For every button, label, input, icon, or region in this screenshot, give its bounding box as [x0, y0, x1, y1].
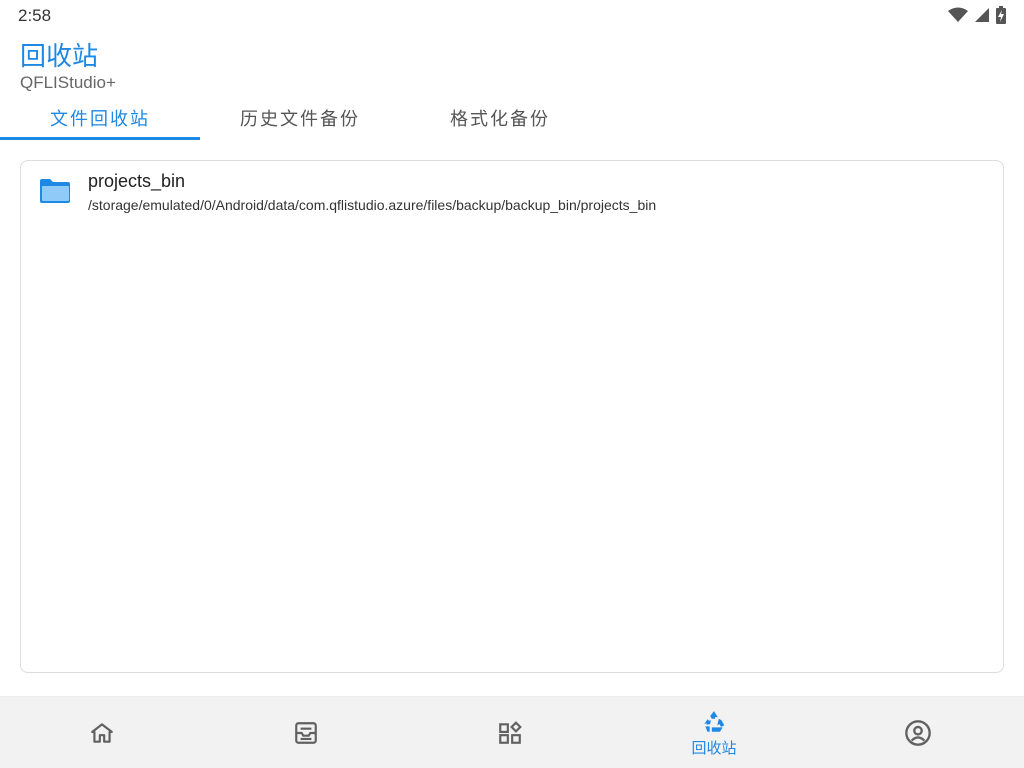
account-icon	[904, 719, 932, 747]
nav-recycle-bin[interactable]: 回收站	[612, 697, 816, 768]
wifi-icon	[948, 7, 968, 23]
home-icon	[89, 720, 115, 746]
file-list-card: projects_bin /storage/emulated/0/Android…	[20, 160, 1004, 673]
apps-icon	[497, 720, 523, 746]
tab-bar: 文件回收站 历史文件备份 格式化备份	[0, 102, 600, 140]
tab-format-backup[interactable]: 格式化备份	[400, 102, 600, 140]
nav-apps[interactable]	[408, 697, 612, 768]
nav-recycle-bin-label: 回收站	[691, 738, 737, 757]
bottom-navigation: 回收站	[0, 696, 1024, 768]
tab-file-recycle-bin[interactable]: 文件回收站	[0, 102, 200, 140]
page-title: 回收站	[20, 42, 99, 72]
status-time: 2:58	[18, 6, 52, 25]
app-subtitle: QFLIStudio+	[20, 73, 116, 92]
list-item[interactable]: projects_bin /storage/emulated/0/Android…	[21, 161, 1003, 221]
nav-inbox[interactable]	[204, 697, 408, 768]
cellular-signal-icon	[974, 7, 990, 23]
status-icons	[948, 6, 1006, 24]
status-bar: 2:58	[0, 0, 1024, 30]
battery-charging-icon	[996, 6, 1006, 24]
file-path: /storage/emulated/0/Android/data/com.qfl…	[88, 197, 657, 213]
nav-home[interactable]	[0, 697, 204, 768]
inbox-icon	[293, 720, 319, 746]
nav-account[interactable]	[816, 697, 1020, 768]
recycle-bin-screen: 2:58 回收站 QFLIStudio+ 文件回收站 历史文件备份 格式化备份	[0, 0, 1024, 768]
recycle-icon	[701, 709, 727, 735]
tab-history-backup[interactable]: 历史文件备份	[200, 102, 400, 140]
file-name: projects_bin	[88, 171, 186, 191]
folder-icon	[38, 177, 72, 205]
